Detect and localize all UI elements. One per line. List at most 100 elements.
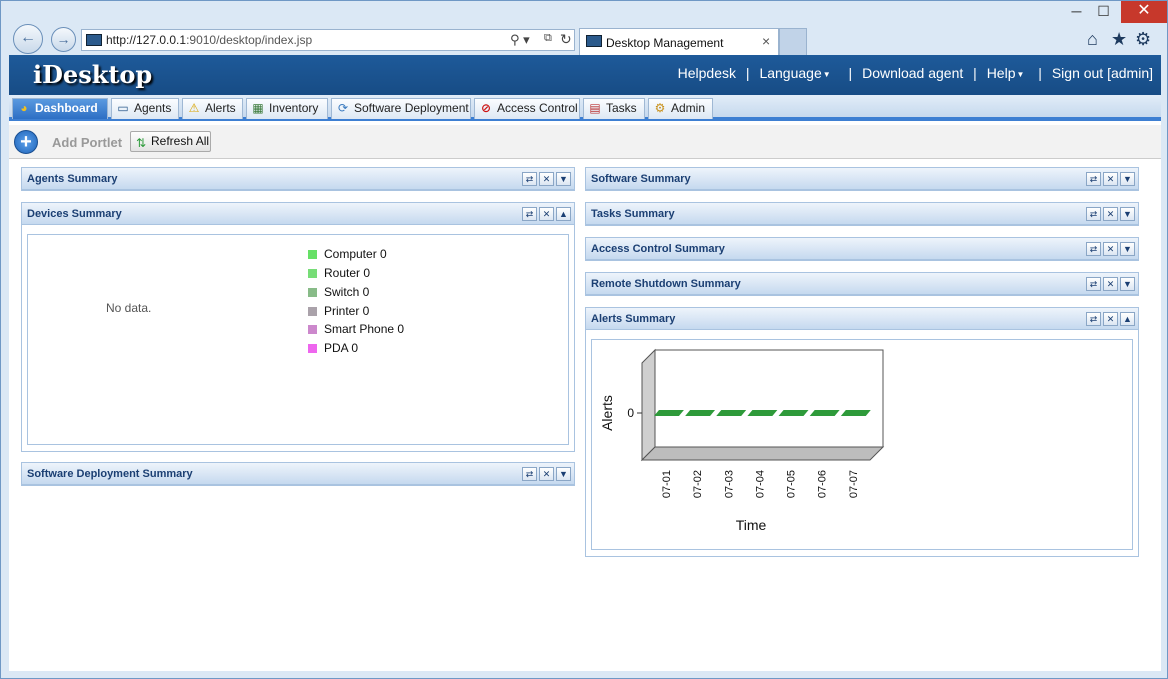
tab-inventory[interactable]: ▦ Inventory: [246, 98, 328, 119]
portlet-header: Software Deployment Summary ⇄ ✕ ▼: [22, 463, 574, 485]
portlet-refresh-icon[interactable]: ⇄: [522, 467, 537, 481]
portlet-header: Tasks Summary ⇄ ✕ ▼: [586, 203, 1138, 225]
tab-agents[interactable]: ▭ Agents: [111, 98, 179, 119]
portlet-access-control-summary: Access Control Summary ⇄ ✕ ▼: [585, 237, 1139, 261]
portlet-refresh-icon[interactable]: ⇄: [1086, 312, 1101, 326]
tab-admin[interactable]: ⚙ Admin: [648, 98, 713, 119]
chart-bar: [716, 410, 747, 416]
inventory-icon: ▦: [252, 101, 264, 115]
chart-bar: [809, 410, 840, 416]
url-path: :9010/desktop/index.jsp: [186, 33, 313, 47]
help-label: Help: [986, 65, 1016, 81]
legend-label: PDA 0: [324, 341, 359, 355]
portlet-close-icon[interactable]: ✕: [1103, 277, 1118, 291]
portlet-expand-icon[interactable]: ▼: [1120, 172, 1135, 186]
portlet-title: Software Summary: [591, 173, 691, 185]
portlet-refresh-icon[interactable]: ⇄: [1086, 172, 1101, 186]
portlet-collapse-icon[interactable]: ▲: [556, 207, 571, 221]
add-portlet-icon[interactable]: +: [14, 130, 38, 154]
legend-item: Switch 0: [308, 285, 369, 299]
tab-dashboard[interactable]: ◕ Dashboard: [12, 98, 108, 119]
tab-favicon-icon: [586, 35, 602, 47]
portlet-close-icon[interactable]: ✕: [539, 467, 554, 481]
chart-side-wall: [641, 348, 656, 462]
tab-label: Admin: [671, 101, 706, 115]
portlet-title: Software Deployment Summary: [27, 468, 193, 480]
portlet-close-icon[interactable]: ✕: [539, 172, 554, 186]
back-arrow-icon[interactable]: ←: [13, 24, 43, 54]
browser-tab-title: Desktop Management: [606, 36, 724, 50]
portlet-close-icon[interactable]: ✕: [1103, 207, 1118, 221]
browser-tab-active[interactable]: Desktop Management ×: [579, 28, 779, 55]
maximize-icon[interactable]: ☐: [1090, 1, 1117, 23]
sign-out-link[interactable]: Sign out [admin]: [1052, 65, 1153, 81]
tab-label: Tasks: [606, 101, 637, 115]
favorites-star-icon[interactable]: ★: [1111, 29, 1127, 50]
x-tick-label: 07-03: [723, 470, 735, 498]
portlet-close-icon[interactable]: ✕: [1103, 242, 1118, 256]
portlet-expand-icon[interactable]: ▼: [556, 467, 571, 481]
portlet-title: Access Control Summary: [591, 243, 725, 255]
tab-close-icon[interactable]: ×: [762, 33, 770, 49]
browser-window: ─ ☐ ✕ ← → http://127.0.0.1:9010/desktop/…: [0, 0, 1168, 679]
helpdesk-link[interactable]: Helpdesk: [678, 65, 736, 81]
y-axis-title: Alerts: [599, 395, 615, 431]
portlet-refresh-icon[interactable]: ⇄: [522, 172, 537, 186]
portlet-refresh-icon[interactable]: ⇄: [1086, 242, 1101, 256]
legend-swatch: [308, 344, 317, 353]
chart-bar: [685, 410, 716, 416]
address-url[interactable]: http://127.0.0.1:9010/desktop/index.jsp: [106, 33, 312, 47]
portlet-close-icon[interactable]: ✕: [1103, 312, 1118, 326]
portlet-refresh-icon[interactable]: ⇄: [522, 207, 537, 221]
link-separator: |: [1038, 65, 1042, 81]
legend-swatch: [308, 250, 317, 259]
add-portlet-label[interactable]: Add Portlet: [52, 135, 122, 150]
legend-swatch: [308, 325, 317, 334]
legend-label: Computer 0: [324, 247, 387, 261]
portlet-close-icon[interactable]: ✕: [539, 207, 554, 221]
portlet-expand-icon[interactable]: ▼: [556, 172, 571, 186]
refresh-icon: ⇅: [136, 136, 147, 150]
legend-swatch: [308, 307, 317, 316]
tab-label: Alerts: [205, 101, 236, 115]
tab-software-deployment[interactable]: ⟳ Software Deployment: [331, 98, 471, 119]
compatibility-view-icon[interactable]: ⧉: [544, 32, 552, 45]
new-tab-button[interactable]: [779, 28, 807, 55]
help-caret-icon: ▼: [1016, 69, 1025, 79]
link-separator: |: [973, 65, 977, 81]
download-agent-link[interactable]: Download agent: [862, 65, 963, 81]
help-menu[interactable]: Help▼: [987, 65, 1025, 81]
portlet-expand-icon[interactable]: ▼: [1120, 242, 1135, 256]
refresh-icon[interactable]: ↻: [560, 31, 572, 48]
forward-arrow-icon[interactable]: →: [51, 27, 76, 52]
x-tick-label: 07-05: [786, 470, 798, 498]
language-menu[interactable]: Language▼: [759, 65, 830, 81]
portlet-collapse-icon[interactable]: ▲: [1120, 312, 1135, 326]
x-tick-label: 07-06: [817, 470, 829, 498]
x-tick-label: 07-02: [692, 470, 704, 498]
tab-label: Software Deployment: [354, 101, 469, 115]
chart-bar: [778, 410, 809, 416]
minimize-icon[interactable]: ─: [1063, 1, 1090, 23]
tab-access-control[interactable]: ⊘ Access Control: [474, 98, 580, 119]
chart-bar: [654, 410, 684, 416]
tab-alerts[interactable]: ⚠ Alerts: [182, 98, 243, 119]
portlet-refresh-icon[interactable]: ⇄: [1086, 277, 1101, 291]
portlet-expand-icon[interactable]: ▼: [1120, 207, 1135, 221]
close-window-icon[interactable]: ✕: [1121, 1, 1167, 23]
home-icon[interactable]: ⌂: [1087, 29, 1098, 50]
legend-swatch: [308, 288, 317, 297]
portlet-close-icon[interactable]: ✕: [1103, 172, 1118, 186]
legend-label: Switch 0: [324, 285, 370, 299]
settings-gear-icon[interactable]: ⚙: [1135, 29, 1151, 50]
legend-label: Smart Phone 0: [324, 322, 405, 336]
search-dropdown-icon[interactable]: ⚲ ▾: [510, 32, 530, 48]
refresh-all-button[interactable]: ⇅ Refresh All: [130, 131, 211, 152]
portlet-title: Devices Summary: [27, 208, 122, 220]
portlet-expand-icon[interactable]: ▼: [1120, 277, 1135, 291]
tab-label: Inventory: [269, 101, 319, 115]
portlet-refresh-icon[interactable]: ⇄: [1086, 207, 1101, 221]
y-tick-label: 0: [627, 406, 634, 420]
tab-tasks[interactable]: ▤ Tasks: [583, 98, 645, 119]
address-bar[interactable]: http://127.0.0.1:9010/desktop/index.jsp …: [81, 29, 575, 51]
